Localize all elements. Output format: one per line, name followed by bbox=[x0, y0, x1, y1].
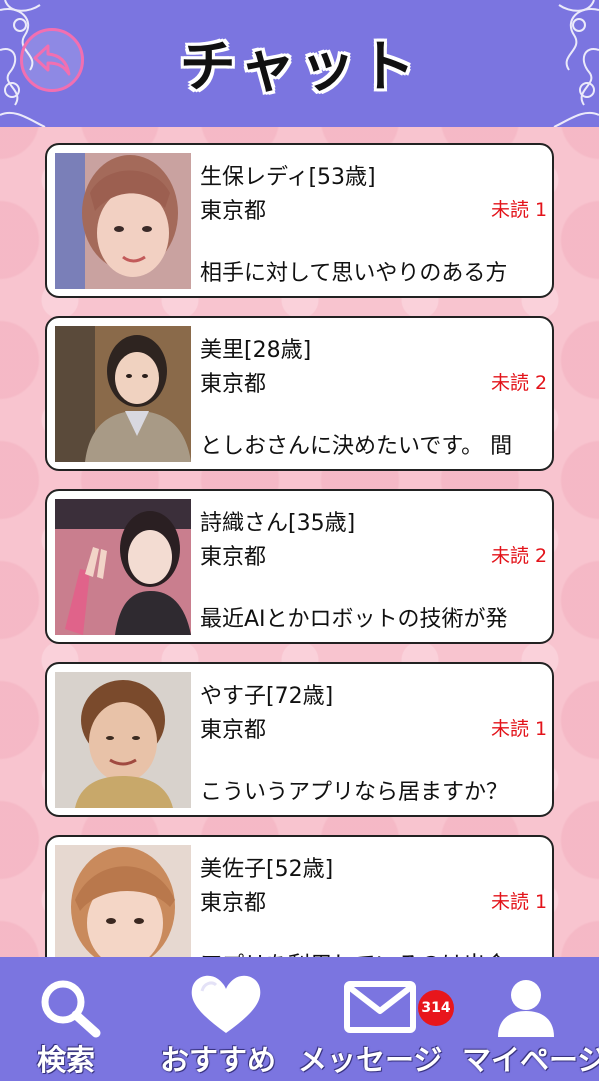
chat-card[interactable]: やす子[72歳] 東京都 未読 1 こういうアプリなら居ますか？ bbox=[45, 662, 554, 817]
chat-name: 詩織さん[35歳] bbox=[200, 511, 356, 536]
chat-area: 東京都 bbox=[200, 545, 267, 570]
page-title: チャット bbox=[179, 35, 420, 100]
chat-name: 生保レディ[53歳] bbox=[200, 165, 376, 190]
bottom-nav: 検索 おすすめ メッセージ マイページ bbox=[0, 957, 599, 1081]
heart-icon bbox=[191, 975, 261, 1033]
chat-message-preview: としおさんに決めたいです。 間 bbox=[200, 434, 513, 459]
avatar bbox=[55, 153, 191, 289]
unread-count: 未読 2 bbox=[491, 372, 548, 394]
avatar bbox=[55, 672, 191, 808]
user-icon bbox=[498, 980, 554, 1037]
chat-area: 東京都 bbox=[200, 199, 267, 224]
unread-count: 未読 2 bbox=[491, 545, 548, 567]
chat-name: 美里[28歳] bbox=[200, 338, 312, 363]
nav-mypage[interactable]: マイページ bbox=[462, 957, 599, 1081]
chat-list[interactable]: 生保レディ[53歳] 東京都 未読 1 相手に対して思いやりのある方 美里[28… bbox=[0, 127, 599, 957]
avatar bbox=[55, 845, 191, 957]
header-bar: チャット bbox=[0, 0, 599, 127]
envelope-icon bbox=[344, 981, 416, 1033]
avatar bbox=[55, 326, 191, 462]
nav-recommend[interactable]: おすすめ bbox=[150, 957, 290, 1081]
chat-area: 東京都 bbox=[200, 718, 267, 743]
chat-card[interactable]: 詩織さん[35歳] 東京都 未読 2 最近AIとかロボットの技術が発 bbox=[45, 489, 554, 644]
chat-card[interactable]: 美佐子[52歳] 東京都 未読 1 アプリを利用しているのは出会 bbox=[45, 835, 554, 957]
chat-message-preview: アプリを利用しているのは出会 bbox=[200, 947, 552, 957]
chat-name: 美佐子[52歳] bbox=[200, 857, 334, 882]
nav-mypage-label: マイページ bbox=[462, 1043, 599, 1077]
chat-message-preview: 最近AIとかロボットの技術が発 bbox=[200, 607, 508, 632]
chat-message-preview: 相手に対して思いやりのある方 bbox=[200, 261, 508, 286]
chat-message-preview: こういうアプリなら居ますか？ bbox=[200, 780, 509, 805]
chat-card[interactable]: 美里[28歳] 東京都 未読 2 としおさんに決めたいです。 間 bbox=[45, 316, 554, 471]
unread-count: 未読 1 bbox=[491, 199, 548, 221]
chat-area: 東京都 bbox=[200, 372, 267, 397]
chat-name: やす子[72歳] bbox=[200, 684, 334, 709]
nav-search[interactable]: 検索 bbox=[0, 957, 140, 1081]
chat-area: 東京都 bbox=[200, 891, 267, 916]
message-count-badge: 314 bbox=[418, 990, 454, 1026]
unread-count: 未読 1 bbox=[491, 891, 548, 913]
search-icon bbox=[41, 980, 101, 1038]
nav-search-label: 検索 bbox=[37, 1043, 96, 1077]
chat-card[interactable]: 生保レディ[53歳] 東京都 未読 1 相手に対して思いやりのある方 bbox=[45, 143, 554, 298]
unread-count: 未読 1 bbox=[491, 718, 548, 740]
nav-recommend-label: おすすめ bbox=[160, 1043, 277, 1077]
avatar bbox=[55, 499, 191, 635]
nav-messages-label: メッセージ bbox=[298, 1043, 443, 1077]
